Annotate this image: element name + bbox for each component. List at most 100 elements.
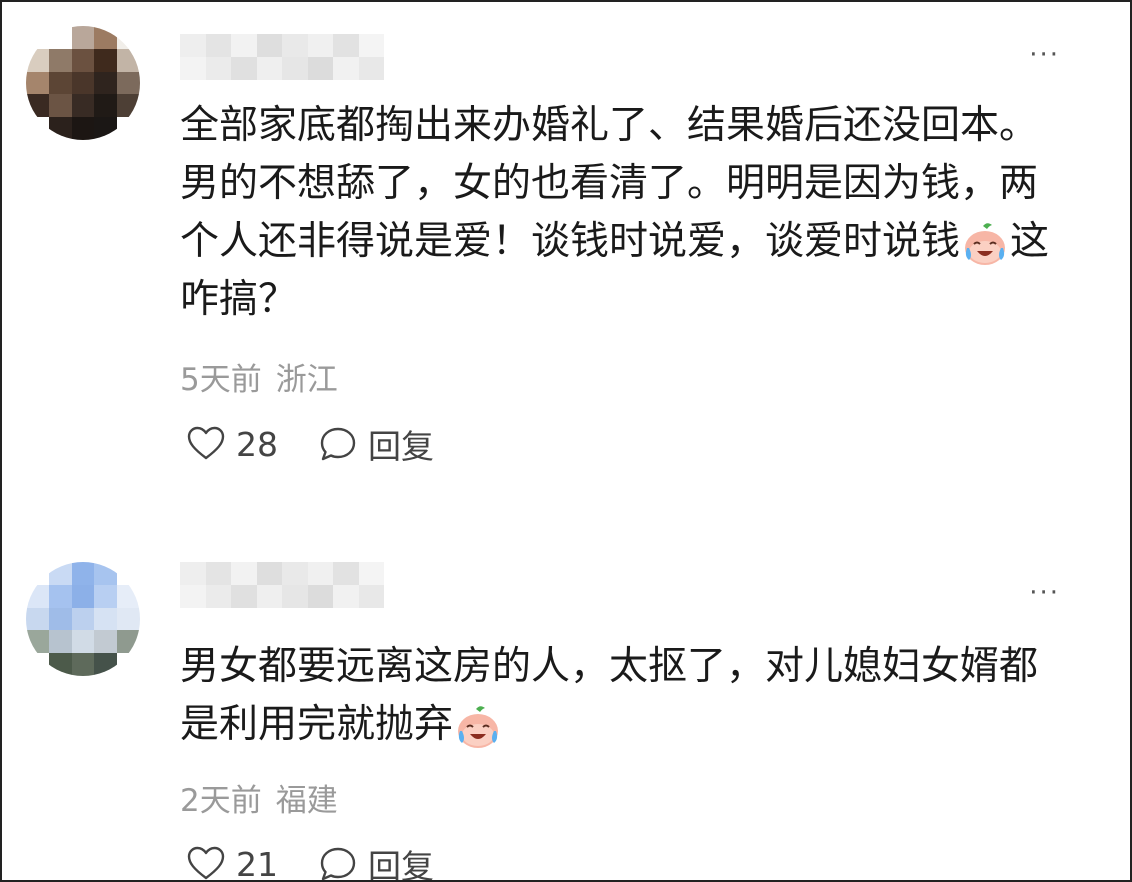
comment-bubble-icon [320,847,356,880]
username-blurred[interactable] [180,34,384,80]
comment-text: 全部家底都掏出来办婚礼了、结果婚后还没回本。男的不想舔了，女的也看清了。明明是因… [180,97,1060,329]
comment-list: ··· 全部家底都掏出来办婚礼了、结果婚后还没回本。男的不想舔了，女的也看清了。… [0,0,1132,882]
avatar-pixel [94,607,118,631]
comment-bubble-icon [320,427,356,461]
avatar-pixel [48,71,72,95]
username-blur-cell [333,34,359,57]
avatar-pixel [71,562,95,585]
avatar-pixel [48,562,72,585]
avatar-pixel [117,607,140,631]
avatar-pixel [94,117,118,140]
comment-actions: 21 回复 [186,840,434,882]
username-blur-cell [358,57,384,80]
username-blur-cell [256,57,282,80]
avatar-pixel [26,48,49,72]
avatar-pixel [48,607,72,631]
username-blur-cell [180,585,206,608]
avatar-pixel [117,117,140,140]
avatar-pixel [71,94,95,118]
username-blur-cell [282,585,308,608]
comment-item: ··· 男女都要远离这房的人，太抠了，对儿媳妇女婿都是利用完就抛弃 2天前 福建 … [2,542,1130,882]
username-blurred[interactable] [180,562,384,608]
username-blur-cell [205,34,231,57]
username-blur-cell [205,57,231,80]
avatar-pixel [26,607,49,631]
comment-item: ··· 全部家底都掏出来办婚礼了、结果婚后还没回本。男的不想舔了，女的也看清了。… [2,2,1130,522]
reply-label: 回复 [368,847,434,882]
avatar-pixel [26,26,49,49]
avatar-pixel [48,630,72,654]
comment-text: 男女都要远离这房的人，太抠了，对儿媳妇女婿都是利用完就抛弃 [180,638,1060,754]
reply-button[interactable]: 回复 [318,420,434,468]
avatar-pixel [26,94,49,118]
more-options-icon[interactable]: ··· [1029,40,1060,70]
username-blur-cell [358,34,384,57]
comment-meta: 5天前 浙江 [180,354,338,399]
avatar-pixel [94,94,118,118]
comment-location: 浙江 [275,362,338,398]
username-blur-cell [307,585,333,608]
username-blur-cell [256,585,282,608]
avatar-pixel [94,630,118,654]
avatar[interactable] [26,562,140,676]
avatar-pixel [71,117,95,140]
username-blur-cell [307,562,333,585]
heart-icon [187,426,225,460]
avatar-pixel [94,562,118,585]
username-blur-cell [282,562,308,585]
avatar-pixel [71,607,95,631]
avatar-pixel [117,48,140,72]
username-blur-cell [282,57,308,80]
avatar-pixel [117,26,140,49]
comment-location: 福建 [275,783,338,819]
avatar-pixel [48,653,72,676]
username-blur-cell [256,562,282,585]
avatar-pixel [48,94,72,118]
like-count: 21 [236,844,278,882]
avatar-pixel [26,630,49,654]
username-blur-cell [231,57,257,80]
avatar-pixel [94,653,118,676]
username-blur-cell [231,34,257,57]
heart-icon [187,846,225,880]
avatar-pixel [26,71,49,95]
avatar-pixel [26,653,49,676]
avatar-pixel [117,653,140,676]
crying-laughing-emoji [458,705,499,748]
username-blur-cell [205,562,231,585]
username-blur-cell [205,585,231,608]
avatar-pixel [94,48,118,72]
username-blur-cell [180,57,206,80]
username-blur-cell [231,585,257,608]
comment-actions: 28 回复 [186,422,434,466]
avatar-pixel [48,117,72,140]
avatar-pixel [48,48,72,72]
reply-button[interactable]: 回复 [318,840,434,882]
avatar-pixel [71,584,95,608]
avatar-pixel [117,562,140,585]
avatar-pixel [48,584,72,608]
like-count: 28 [236,424,278,464]
avatar-pixel [71,630,95,654]
like-button[interactable]: 28 [186,424,278,464]
avatar-pixel [117,94,140,118]
username-blur-cell [307,57,333,80]
avatar-pixel [71,48,95,72]
comment-time: 2天前 [180,783,262,819]
username-blur-cell [180,562,206,585]
comment-body: 全部家底都掏出来办婚礼了、结果婚后还没回本。男的不想舔了，女的也看清了。明明是因… [180,103,1039,264]
username-blur-cell [333,562,359,585]
username-blur-cell [256,34,282,57]
username-blur-cell [333,585,359,608]
avatar-pixel [26,584,49,608]
avatar-pixel [71,71,95,95]
avatar-pixel [117,630,140,654]
more-options-icon[interactable]: ··· [1029,578,1060,608]
avatar-pixel [71,653,95,676]
comment-body: 男女都要远离这房的人，太抠了，对儿媳妇女婿都是利用完就抛弃 [180,644,1039,747]
avatar-pixel [26,117,49,140]
avatar-pixel [94,26,118,49]
like-button[interactable]: 21 [186,844,278,882]
avatar-pixel [117,584,140,608]
avatar[interactable] [26,26,140,140]
